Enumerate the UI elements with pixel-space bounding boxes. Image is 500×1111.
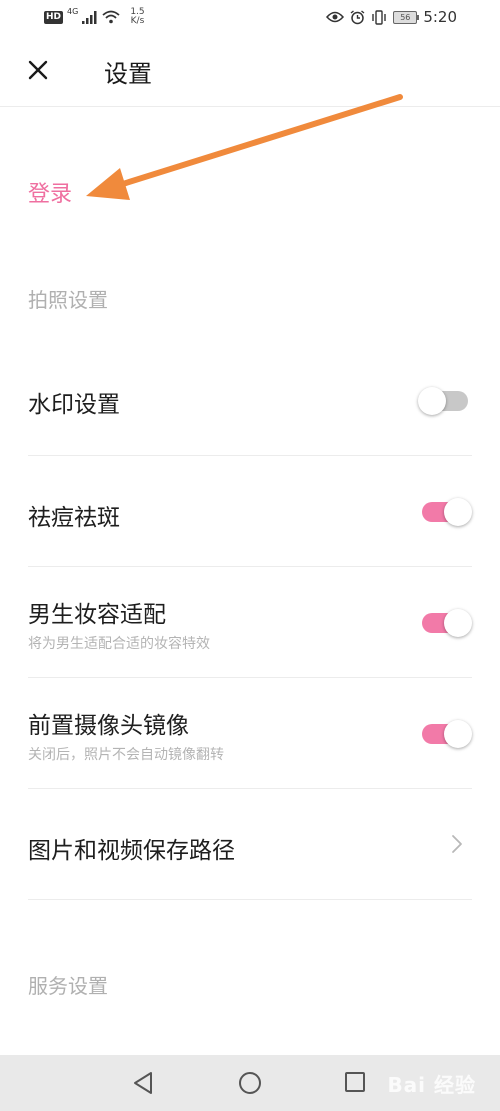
setting-row-front-mirror: 前置摄像头镜像 关闭后，照片不会自动镜像翻转	[28, 678, 472, 789]
setting-row-watermark: 水印设置	[28, 345, 472, 456]
setting-title: 水印设置	[28, 392, 120, 418]
setting-row-male-makeup: 男生妆容适配 将为男生适配合适的妆容特效	[28, 567, 472, 678]
recents-square-icon[interactable]	[344, 1071, 366, 1093]
page-title: 设置	[104, 60, 152, 88]
speed-unit: K/s	[130, 16, 145, 26]
system-nav-bar: Bai 经验	[0, 1055, 500, 1111]
setting-title: 祛痘祛斑	[28, 505, 120, 531]
status-bar: HD 4G 1.5 K/s 56 5:20	[0, 0, 500, 34]
eye-icon	[326, 11, 345, 23]
battery-indicator: 56	[393, 10, 420, 24]
section-header-service: 服务设置	[28, 974, 108, 998]
signal-icon	[82, 10, 97, 24]
wifi-icon	[102, 10, 120, 24]
login-link[interactable]: 登录	[28, 176, 72, 208]
status-left: HD 4G 1.5 K/s	[44, 8, 145, 26]
annotation-arrow	[86, 94, 403, 200]
network-speed: 1.5 K/s	[130, 8, 144, 26]
hd-badge: HD	[44, 10, 64, 24]
clock: 5:20	[423, 8, 457, 26]
status-right: 56 5:20	[326, 8, 457, 26]
setting-row-save-path[interactable]: 图片和视频保存路径	[28, 789, 472, 900]
baidu-watermark: Bai 经验	[387, 1073, 476, 1097]
network-type: 4G	[67, 7, 79, 16]
setting-title: 图片和视频保存路径	[28, 838, 235, 864]
chevron-right-icon	[452, 835, 462, 853]
back-triangle-icon[interactable]	[132, 1071, 154, 1095]
toggle-knob	[444, 498, 472, 526]
acne-toggle[interactable]	[422, 498, 472, 526]
vibrate-icon	[372, 9, 387, 25]
watermark-toggle[interactable]	[418, 387, 468, 415]
male-makeup-toggle[interactable]	[422, 609, 472, 637]
setting-subtitle: 关闭后，照片不会自动镜像翻转	[28, 747, 224, 763]
home-circle-icon[interactable]	[238, 1071, 262, 1095]
toggle-knob	[444, 609, 472, 637]
setting-subtitle: 将为男生适配合适的妆容特效	[28, 636, 210, 652]
setting-title: 前置摄像头镜像	[28, 713, 189, 739]
toggle-knob	[418, 387, 446, 415]
front-mirror-toggle[interactable]	[422, 720, 472, 748]
toggle-knob	[444, 720, 472, 748]
close-icon[interactable]	[26, 58, 50, 82]
alarm-icon	[350, 9, 365, 24]
setting-title: 男生妆容适配	[28, 602, 166, 628]
setting-row-acne: 祛痘祛斑	[28, 456, 472, 567]
section-header-camera: 拍照设置	[28, 288, 108, 312]
